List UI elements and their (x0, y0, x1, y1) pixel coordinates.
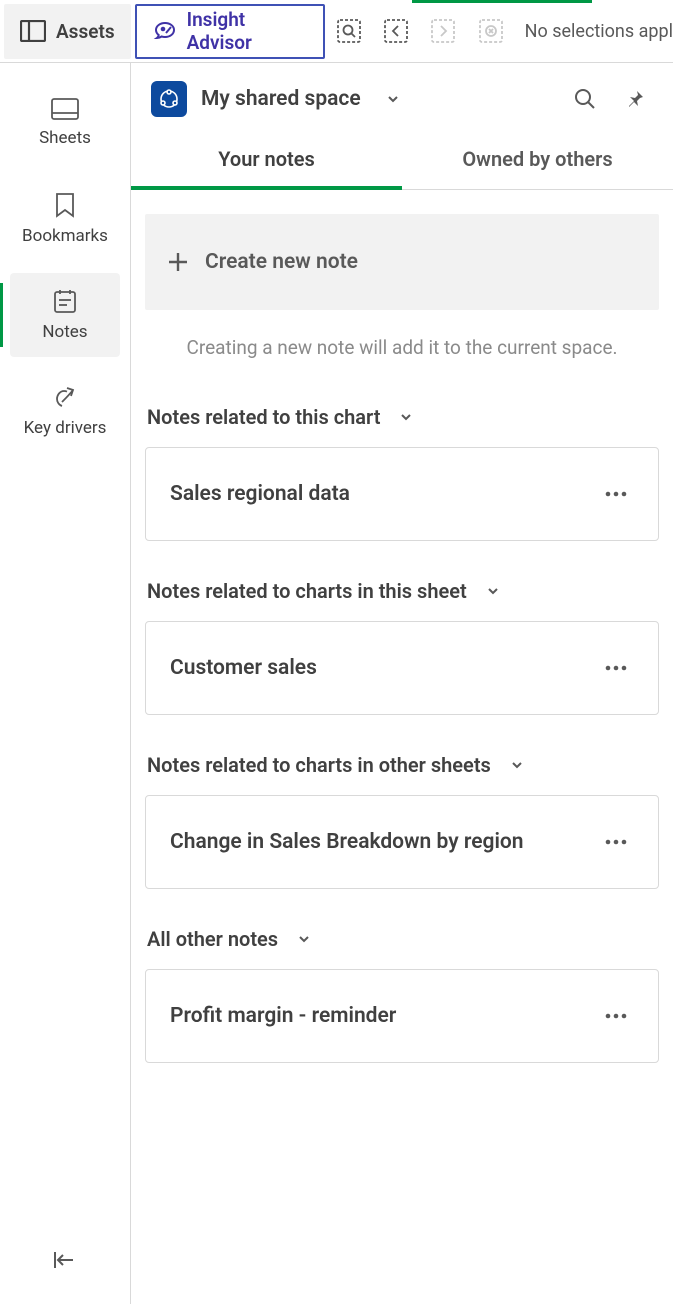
sidebar-item-sheets[interactable]: Sheets (10, 81, 120, 165)
sidebar-item-label: Key drivers (24, 418, 107, 438)
note-title: Profit margin - reminder (170, 1004, 396, 1028)
selections-status-text: No selections appl (525, 21, 673, 42)
chevron-down-icon (509, 757, 525, 773)
sidebar-item-label: Bookmarks (22, 226, 108, 246)
section-heading-all-other[interactable]: All other notes (145, 917, 659, 969)
panel-header: My shared space (131, 63, 673, 127)
insight-advisor-button[interactable]: Insight Advisor (135, 4, 325, 59)
section-heading-this-chart[interactable]: Notes related to this chart (145, 395, 659, 447)
create-note-hint: Creating a new note will add it to the c… (145, 310, 659, 395)
tab-your-notes[interactable]: Your notes (131, 127, 402, 189)
panels-icon (20, 20, 46, 42)
section-heading-label: All other notes (147, 927, 278, 951)
insight-advisor-icon (153, 21, 177, 41)
sheet-icon (51, 98, 79, 120)
clear-selections-button (467, 4, 514, 59)
assets-label: Assets (56, 20, 115, 43)
assets-button[interactable]: Assets (4, 4, 131, 59)
sidebar-item-label: Notes (42, 322, 87, 342)
space-dropdown-button[interactable] (375, 81, 411, 117)
notes-panel: My shared space Your notes Owned by (131, 63, 673, 1304)
note-more-button[interactable] (598, 658, 634, 678)
chevron-down-icon (296, 931, 312, 947)
space-icon (151, 81, 187, 117)
note-title: Sales regional data (170, 482, 350, 506)
main-area: Sheets Bookmarks Notes (0, 63, 673, 1304)
space-name: My shared space (201, 87, 361, 111)
note-card[interactable]: Change in Sales Breakdown by region (145, 795, 659, 889)
sidebar-item-key-drivers[interactable]: Key drivers (10, 369, 120, 453)
section-heading-other-sheets[interactable]: Notes related to charts in other sheets (145, 743, 659, 795)
note-more-button[interactable] (598, 832, 634, 852)
panel-body: Create new note Creating a new note will… (131, 190, 673, 1115)
note-card[interactable]: Profit margin - reminder (145, 969, 659, 1063)
notes-tabs: Your notes Owned by others (131, 127, 673, 190)
notes-icon (53, 288, 77, 314)
pin-panel-button[interactable] (617, 81, 653, 117)
create-note-button[interactable]: Create new note (145, 214, 659, 310)
sidebar-item-notes[interactable]: Notes (10, 273, 120, 357)
top-toolbar: Assets Insight Advisor (0, 0, 673, 63)
chevron-down-icon (398, 409, 414, 425)
step-back-button[interactable] (372, 4, 419, 59)
plus-icon (167, 251, 189, 273)
tab-label: Your notes (218, 147, 315, 171)
section-heading-this-sheet[interactable]: Notes related to charts in this sheet (145, 569, 659, 621)
note-title: Customer sales (170, 656, 317, 680)
note-title: Change in Sales Breakdown by region (170, 830, 524, 854)
collapse-sidebar-button[interactable] (41, 1236, 89, 1284)
note-more-button[interactable] (598, 1006, 634, 1026)
create-note-label: Create new note (205, 250, 358, 274)
sidebar-item-bookmarks[interactable]: Bookmarks (10, 177, 120, 261)
note-card[interactable]: Sales regional data (145, 447, 659, 541)
note-more-button[interactable] (598, 484, 634, 504)
step-forward-button (420, 4, 467, 59)
bookmark-icon (55, 192, 75, 218)
tab-owned-by-others[interactable]: Owned by others (402, 127, 673, 189)
section-heading-label: Notes related to this chart (147, 405, 380, 429)
section-heading-label: Notes related to charts in this sheet (147, 579, 467, 603)
insight-advisor-label: Insight Advisor (187, 8, 307, 54)
smart-search-button[interactable] (325, 4, 372, 59)
left-sidebar: Sheets Bookmarks Notes (0, 63, 131, 1304)
note-card[interactable]: Customer sales (145, 621, 659, 715)
key-drivers-icon (52, 384, 78, 410)
topbar-accent-strip (412, 0, 592, 3)
search-notes-button[interactable] (567, 81, 603, 117)
tab-label: Owned by others (462, 147, 612, 171)
section-heading-label: Notes related to charts in other sheets (147, 753, 491, 777)
chevron-down-icon (485, 583, 501, 599)
sidebar-item-label: Sheets (39, 128, 91, 148)
